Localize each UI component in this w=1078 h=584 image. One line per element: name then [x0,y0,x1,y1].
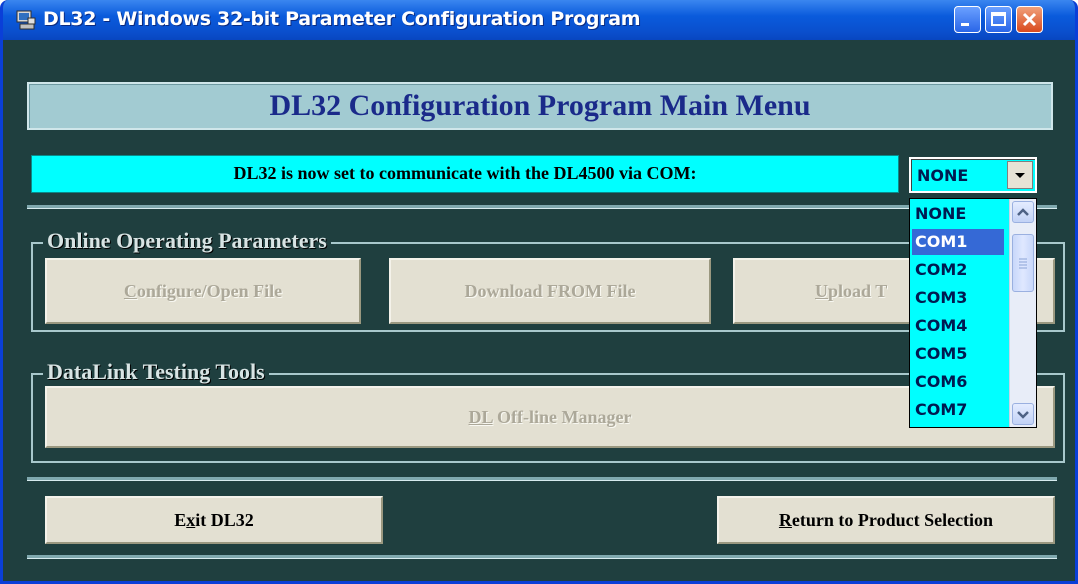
dropdown-option[interactable]: COM7 [912,397,1004,423]
com-port-select[interactable]: NONE [909,157,1037,193]
testing-tools-title: DataLink Testing Tools [43,359,269,385]
com-port-value: NONE [917,166,969,185]
chevron-up-icon [1017,208,1029,216]
exit-dl32-button[interactable]: Exit DL32 [45,496,383,544]
dropdown-button[interactable] [1007,161,1033,189]
app-window: DL32 - Windows 32-bit Parameter Configur… [0,0,1078,584]
divider-top [27,205,1057,209]
com-status-label: DL32 is now set to communicate with the … [31,155,899,193]
chevron-down-icon [1017,411,1029,419]
dropdown-scrollbar[interactable] [1009,199,1036,427]
page-title: DL32 Configuration Program Main Menu [269,89,811,122]
return-to-product-selection-button[interactable]: Return to Product Selection [717,496,1055,544]
minimize-button[interactable] [954,6,981,33]
scroll-down-button[interactable] [1012,403,1034,425]
dl-offline-manager-button[interactable]: DL Off-line Manager [45,386,1055,448]
com-status-text: DL32 is now set to communicate with the … [233,163,697,183]
divider-bottom [27,555,1057,559]
dropdown-option[interactable]: COM6 [912,369,1004,395]
close-button[interactable] [1016,6,1043,33]
minimize-icon [961,23,969,26]
title-bar[interactable]: DL32 - Windows 32-bit Parameter Configur… [3,0,1075,40]
grip-icon [1019,258,1027,269]
computer-icon [16,10,36,30]
dropdown-option[interactable]: NONE [912,201,1004,227]
scroll-thumb[interactable] [1012,234,1034,292]
scroll-up-button[interactable] [1012,201,1034,223]
configure-open-file-button[interactable]: Configure/Open File [45,258,361,324]
dropdown-option-highlighted[interactable]: COM1 [912,229,1004,255]
dropdown-option[interactable]: COM2 [912,257,1004,283]
maximize-icon [991,12,1006,26]
dropdown-option[interactable]: COM3 [912,285,1004,311]
divider-middle [27,477,1057,481]
window-title: DL32 - Windows 32-bit Parameter Configur… [43,8,641,30]
online-parameters-title: Online Operating Parameters [43,228,331,254]
com-port-dropdown-list[interactable]: NONE COM1 COM2 COM3 COM4 COM5 COM6 COM7 [909,198,1037,428]
dropdown-option[interactable]: COM5 [912,341,1004,367]
maximize-button[interactable] [985,6,1012,33]
close-icon [1022,12,1037,27]
main-menu-banner: DL32 Configuration Program Main Menu [27,82,1053,130]
download-from-file-button[interactable]: Download FROM File [389,258,711,324]
dropdown-option[interactable]: COM4 [912,313,1004,339]
chevron-down-icon [1015,173,1025,178]
